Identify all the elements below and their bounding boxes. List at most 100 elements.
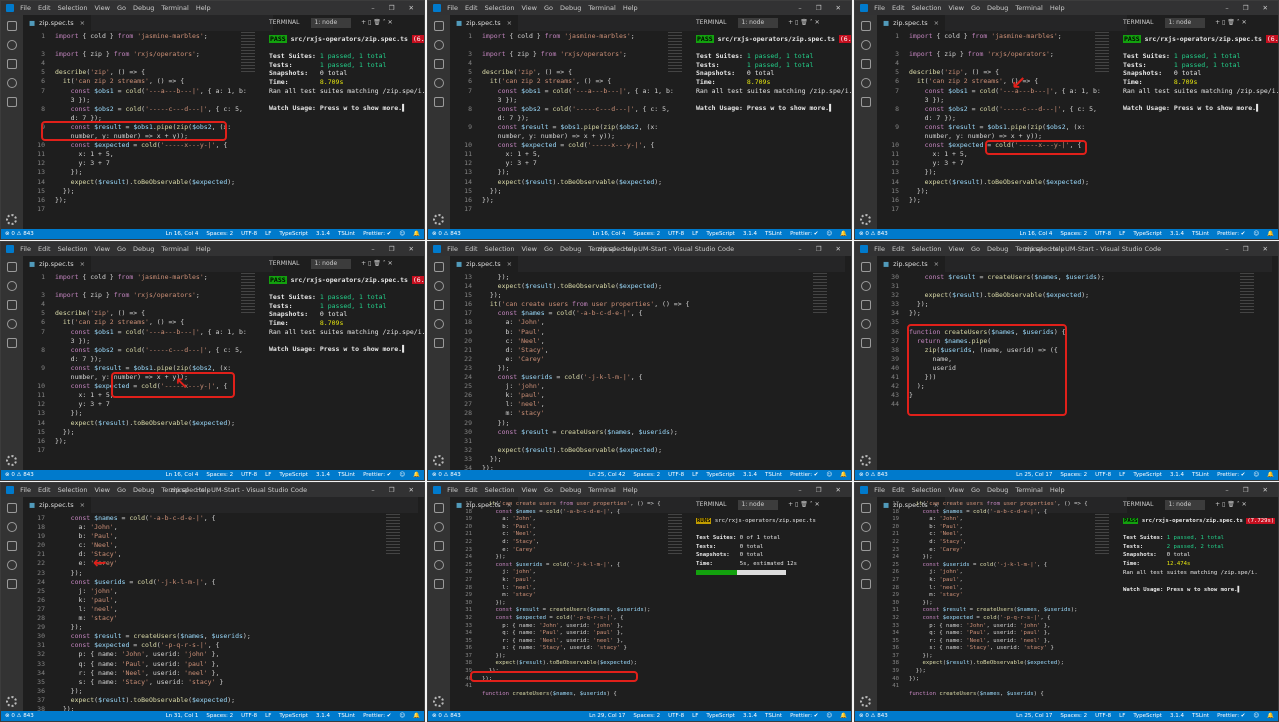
prettier-status[interactable]: Prettier: ✔ <box>363 713 391 719</box>
language-mode[interactable]: TypeScript <box>1133 231 1162 237</box>
code-editor[interactable]: 17 const $names = cold('-a-b-c-d-e-|', {… <box>23 514 398 713</box>
extensions-icon[interactable] <box>861 338 871 348</box>
menu-item[interactable]: Selection <box>485 4 515 12</box>
problems-indicator[interactable]: ⊗ 0 ⚠ 843 <box>5 470 34 480</box>
search-icon[interactable] <box>861 522 871 532</box>
menu-item[interactable]: View <box>95 486 110 494</box>
cursor-position[interactable]: Ln 16, Col 4 <box>593 231 626 237</box>
encoding[interactable]: UTF-8 <box>241 472 257 478</box>
close-tab-icon[interactable]: × <box>934 19 939 27</box>
menu-item[interactable]: View <box>95 245 110 253</box>
tslint-status[interactable]: TSLint <box>338 472 355 478</box>
terminal-select[interactable]: 1: node <box>1165 18 1206 28</box>
menu-item[interactable]: View <box>95 4 110 12</box>
minimap[interactable] <box>668 514 682 554</box>
menu-item[interactable]: Go <box>117 4 126 12</box>
menu-item[interactable]: View <box>949 245 964 253</box>
tslint-status[interactable]: TSLint <box>765 472 782 478</box>
tab-zip-spec[interactable]: ■ zip.spec.ts × <box>877 15 946 31</box>
eol[interactable]: LF <box>265 231 271 237</box>
menu-item[interactable]: Edit <box>892 486 905 494</box>
terminal-select[interactable]: 1: node <box>738 18 779 28</box>
eol[interactable]: LF <box>1119 231 1125 237</box>
menu-item[interactable]: Debug <box>560 245 581 253</box>
tslint-status[interactable]: TSLint <box>765 231 782 237</box>
indentation[interactable]: Spaces: 2 <box>206 472 233 478</box>
close-tab-icon[interactable]: × <box>80 260 85 268</box>
window-controls[interactable]: – ❐ ✕ <box>371 242 420 256</box>
feedback-icon[interactable]: ☺ <box>399 231 405 237</box>
ts-version[interactable]: 3.1.4 <box>743 472 757 478</box>
close-tab-icon[interactable]: × <box>507 260 512 268</box>
feedback-icon[interactable]: ☺ <box>399 472 405 478</box>
bell-icon[interactable]: 🔔 <box>840 231 847 237</box>
tslint-status[interactable]: TSLint <box>1192 713 1209 719</box>
terminal-actions[interactable]: + ▯ 🗑 ˄ ✕ <box>361 19 393 26</box>
terminal-select[interactable]: 1: node <box>1165 500 1206 510</box>
indentation[interactable]: Spaces: 2 <box>206 713 233 719</box>
ts-version[interactable]: 3.1.4 <box>743 713 757 719</box>
terminal-tab[interactable]: TERMINAL <box>1123 501 1154 508</box>
minimap[interactable] <box>813 273 827 313</box>
explorer-icon[interactable] <box>434 503 444 513</box>
indentation[interactable]: Spaces: 2 <box>633 472 660 478</box>
menu-item[interactable]: Help <box>623 4 638 12</box>
terminal-actions[interactable]: + ▯ 🗑 ˄ ✕ <box>361 260 393 267</box>
source-control-icon[interactable] <box>861 300 871 310</box>
window-controls[interactable]: – ❐ ✕ <box>798 483 847 497</box>
indentation[interactable]: Spaces: 2 <box>1060 231 1087 237</box>
window-controls[interactable]: – ❐ ✕ <box>798 242 847 256</box>
indentation[interactable]: Spaces: 2 <box>633 713 660 719</box>
language-mode[interactable]: TypeScript <box>706 713 735 719</box>
source-control-icon[interactable] <box>7 541 17 551</box>
close-tab-icon[interactable]: × <box>80 19 85 27</box>
menu-item[interactable]: Selection <box>58 486 88 494</box>
menu-item[interactable]: View <box>522 486 537 494</box>
settings-gear-icon[interactable] <box>433 214 444 225</box>
cursor-position[interactable]: Ln 25, Col 17 <box>1016 472 1052 478</box>
menu-item[interactable]: Debug <box>560 486 581 494</box>
bell-icon[interactable]: 🔔 <box>840 713 847 719</box>
close-tab-icon[interactable]: × <box>80 501 85 509</box>
window-controls[interactable]: – ❐ ✕ <box>371 1 420 15</box>
menu-item[interactable]: File <box>20 4 31 12</box>
problems-indicator[interactable]: ⊗ 0 ⚠ 843 <box>859 711 888 721</box>
indentation[interactable]: Spaces: 2 <box>206 231 233 237</box>
menu-item[interactable]: Go <box>544 245 553 253</box>
prettier-status[interactable]: Prettier: ✔ <box>1217 713 1245 719</box>
cursor-position[interactable]: Ln 16, Col 4 <box>1020 231 1053 237</box>
debug-icon[interactable] <box>434 319 444 329</box>
problems-indicator[interactable]: ⊗ 0 ⚠ 843 <box>859 229 888 239</box>
feedback-icon[interactable]: ☺ <box>1253 231 1259 237</box>
ts-version[interactable]: 3.1.4 <box>316 231 330 237</box>
indentation[interactable]: Spaces: 2 <box>1060 713 1087 719</box>
extensions-icon[interactable] <box>434 579 444 589</box>
settings-gear-icon[interactable] <box>860 696 871 707</box>
prettier-status[interactable]: Prettier: ✔ <box>1217 472 1245 478</box>
menu-item[interactable]: View <box>522 245 537 253</box>
menu-item[interactable]: Selection <box>912 486 942 494</box>
settings-gear-icon[interactable] <box>6 214 17 225</box>
menu-item[interactable]: File <box>447 4 458 12</box>
eol[interactable]: LF <box>1119 713 1125 719</box>
source-control-icon[interactable] <box>7 59 17 69</box>
cursor-position[interactable]: Ln 25, Col 17 <box>1016 713 1052 719</box>
encoding[interactable]: UTF-8 <box>668 231 684 237</box>
ts-version[interactable]: 3.1.4 <box>1170 231 1184 237</box>
problems-indicator[interactable]: ⊗ 0 ⚠ 843 <box>432 470 461 480</box>
language-mode[interactable]: TypeScript <box>279 472 308 478</box>
minimap[interactable] <box>1240 273 1254 313</box>
menu-item[interactable]: Go <box>544 4 553 12</box>
menu-item[interactable]: Help <box>1050 486 1065 494</box>
explorer-icon[interactable] <box>861 262 871 272</box>
encoding[interactable]: UTF-8 <box>668 713 684 719</box>
debug-icon[interactable] <box>7 78 17 88</box>
menu-item[interactable]: Edit <box>38 486 51 494</box>
menu-item[interactable]: Debug <box>987 486 1008 494</box>
menu-item[interactable]: File <box>874 486 885 494</box>
encoding[interactable]: UTF-8 <box>241 713 257 719</box>
problems-indicator[interactable]: ⊗ 0 ⚠ 843 <box>859 470 888 480</box>
prettier-status[interactable]: Prettier: ✔ <box>363 231 391 237</box>
menu-item[interactable]: File <box>20 245 31 253</box>
cursor-position[interactable]: Ln 31, Col 1 <box>166 713 199 719</box>
